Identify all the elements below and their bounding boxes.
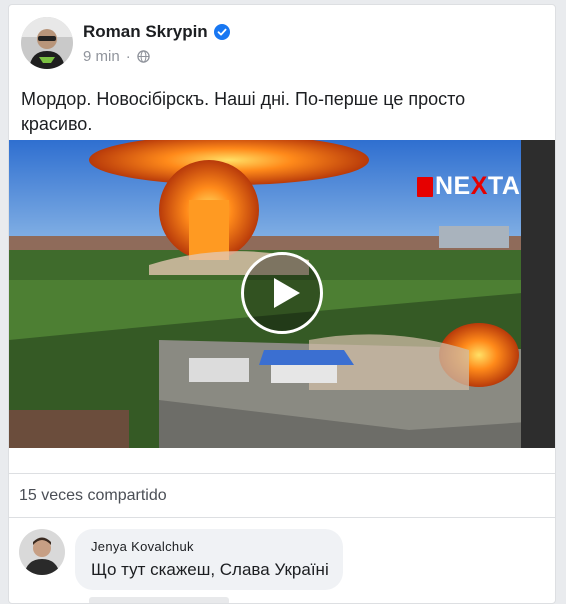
play-button[interactable] [241,252,323,334]
post-card: Roman Skrypin 9 min · Мордор. Новосібірс… [8,4,556,604]
divider [9,517,555,518]
share-count[interactable]: 15 veces compartido [19,487,167,505]
separator-dot: · [125,47,131,65]
author-name[interactable]: Roman Skrypin [83,22,208,42]
post-header: Roman Skrypin 9 min · [21,17,230,69]
brand-text-x: X [470,172,488,200]
post-time-row: 9 min · [83,48,230,65]
verified-badge-icon [213,23,230,40]
commenter-name[interactable]: Jenya Kovalchuk [91,539,329,554]
post-text: Мордор. Новосібірскъ. Наші дні. По-перше… [21,89,466,134]
author-meta: Roman Skrypin 9 min · [83,22,230,65]
author-avatar[interactable] [21,17,73,69]
commenter-avatar[interactable] [19,529,65,575]
nexta-logo: NEXTA [417,172,520,201]
brand-text-start: NE [435,172,471,200]
post-timestamp[interactable]: 9 min [83,48,120,65]
brand-text-end: TA [487,172,521,200]
comment-text: Що тут скажеш, Слава Україні [91,560,329,579]
author-row: Roman Skrypin [83,22,230,42]
comment: Jenya Kovalchuk Що тут скажеш, Слава Укр… [19,529,343,590]
play-icon [274,278,300,308]
comment-bubble: Jenya Kovalchuk Що тут скажеш, Слава Укр… [75,529,343,590]
brand-text: NEXTA [435,172,520,201]
globe-icon [136,49,150,63]
cut-off-content [89,597,229,603]
video-player[interactable]: NEXTA [9,140,555,448]
brand-mark-icon [417,176,433,197]
divider [9,473,555,474]
